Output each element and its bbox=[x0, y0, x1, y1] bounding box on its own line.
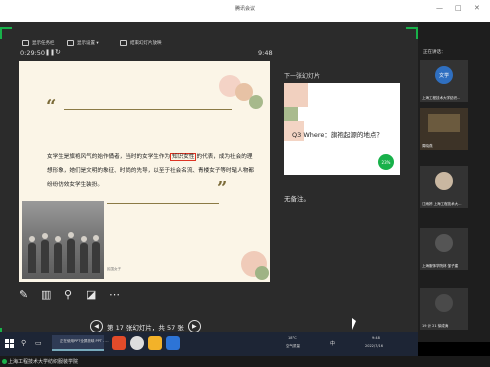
minimize-button[interactable]: — bbox=[436, 4, 443, 12]
historical-photo bbox=[22, 201, 104, 279]
figure-shape bbox=[93, 235, 99, 241]
avatar bbox=[435, 172, 453, 190]
participant-tile[interactable]: 19 计 21 徐成涛 bbox=[420, 288, 468, 330]
leaf-decoration bbox=[249, 95, 263, 109]
windows-start-icon[interactable] bbox=[5, 339, 14, 348]
slide-text-before: 女学生是旗袍风气的始作俑者，当时的女学生作为 bbox=[47, 154, 171, 160]
ime-indicator[interactable]: 中 bbox=[330, 340, 335, 347]
end-show-icon bbox=[120, 40, 127, 46]
taskbar: ⚲ ▭ 正在使用PPT全屏放映 PPT - ... 18°C 空气质量 中 9:… bbox=[0, 332, 418, 356]
figure-shape bbox=[54, 243, 62, 273]
meeting-app-icon[interactable] bbox=[166, 336, 180, 350]
divider bbox=[107, 203, 219, 204]
mouse-cursor bbox=[352, 318, 356, 330]
photo-caption: 民国女子 bbox=[107, 267, 121, 271]
taskbar-app-label: 正在使用PPT全屏放映 PPT - ... bbox=[60, 339, 109, 343]
share-frame-corner bbox=[0, 27, 12, 39]
participant-name: 上海工程技术大学纺织... bbox=[422, 96, 461, 100]
participant-tile[interactable]: 江雨婷 上海工程技术大... bbox=[420, 166, 468, 208]
office-app-icon[interactable] bbox=[112, 336, 126, 350]
progress-badge: 23% bbox=[378, 154, 394, 170]
next-slide-question: Q3 Where：旗袍起源的地点？ bbox=[292, 131, 383, 139]
participant-tile[interactable]: 文学 上海工程技术大学纺织... bbox=[420, 60, 468, 102]
figure-shape bbox=[67, 239, 75, 273]
display-settings-label: 显示设置 ▾ bbox=[77, 41, 99, 46]
zoom-icon[interactable]: ⚲ bbox=[64, 289, 72, 301]
figure-shape bbox=[28, 243, 36, 273]
flower-decoration bbox=[284, 83, 308, 107]
participant-name: 江雨婷 上海工程技术大... bbox=[422, 202, 462, 206]
sharing-indicator-icon bbox=[2, 359, 7, 364]
slides-grid-icon[interactable]: ▥ bbox=[41, 289, 51, 301]
figure-shape bbox=[68, 232, 74, 238]
participant-tile[interactable]: 上海服饰学院林 邹子建 bbox=[420, 228, 468, 270]
next-slide-preview[interactable]: Q3 Where：旗袍起源的地点？ 23% bbox=[284, 83, 400, 175]
task-view-icon[interactable]: ▭ bbox=[35, 339, 42, 347]
chrome-app-icon[interactable] bbox=[130, 336, 144, 350]
end-slideshow-label: 结束幻灯片放映 bbox=[130, 41, 162, 46]
screen-black-icon[interactable]: ◪ bbox=[86, 289, 96, 301]
window-title: 腾讯会议 bbox=[234, 6, 255, 12]
share-bar-label: 上海工程技术大学纺织服装学院 bbox=[8, 359, 79, 365]
speaking-label: 正在讲话： bbox=[423, 50, 446, 55]
figure-shape bbox=[41, 240, 49, 273]
leaf-decoration bbox=[284, 107, 298, 121]
close-button[interactable]: ✕ bbox=[474, 4, 480, 12]
figure-shape bbox=[81, 236, 87, 242]
slide-counter: 第 17 张幻灯片，共 57 张 bbox=[107, 323, 184, 332]
share-frame-corner bbox=[406, 27, 418, 39]
search-icon[interactable]: ⚲ bbox=[21, 339, 26, 347]
figure-shape bbox=[80, 243, 88, 273]
video-feed bbox=[428, 114, 460, 132]
show-taskbar-label: 显示任务栏 bbox=[32, 41, 55, 46]
reset-timer-icon[interactable]: ↻ bbox=[55, 48, 61, 56]
weather-sub: 空气质量 bbox=[286, 344, 300, 348]
open-quote-mark: “ bbox=[46, 96, 57, 117]
pen-icon[interactable]: ✎ bbox=[19, 289, 28, 301]
show-taskbar-button[interactable]: 显示任务栏 bbox=[22, 40, 55, 46]
avatar: 文学 bbox=[435, 66, 453, 84]
end-slideshow-button[interactable]: 结束幻灯片放映 bbox=[120, 40, 162, 46]
taskbar-time: 9:48 bbox=[372, 336, 380, 340]
close-quote-mark: ” bbox=[217, 178, 228, 199]
taskbar-ppt-app[interactable]: 正在使用PPT全屏放映 PPT - ... bbox=[52, 335, 109, 351]
figure-shape bbox=[55, 236, 61, 242]
taskbar-icon bbox=[22, 40, 29, 46]
display-settings-button[interactable]: 显示设置 ▾ bbox=[67, 40, 99, 46]
divider bbox=[64, 109, 232, 110]
current-time: 9:48 bbox=[258, 49, 273, 57]
highlighted-term: 知识女性 bbox=[170, 153, 197, 161]
participant-name: 19 计 21 徐成涛 bbox=[422, 324, 449, 328]
folder-app-icon[interactable] bbox=[148, 336, 162, 350]
figure-shape bbox=[92, 242, 100, 273]
figure-shape bbox=[29, 236, 35, 242]
screen-share-bar: 上海工程技术大学纺织服装学院 bbox=[0, 356, 490, 367]
maximize-button[interactable]: □ bbox=[455, 4, 462, 12]
participant-name: 上海服饰学院林 邹子建 bbox=[422, 264, 459, 268]
participant-name: 周晓燕 bbox=[422, 144, 433, 148]
more-options-icon[interactable]: ⋯ bbox=[109, 289, 120, 301]
figure-shape bbox=[42, 233, 48, 239]
taskbar-date: 2022/7/16 bbox=[365, 344, 383, 348]
title-bar: 腾讯会议 — □ ✕ bbox=[0, 0, 490, 22]
pause-button[interactable]: ❚❚ bbox=[45, 49, 55, 56]
speaker-notes: 无备注。 bbox=[284, 195, 310, 203]
next-slide-label: 下一张幻灯片 bbox=[284, 73, 321, 80]
settings-icon bbox=[67, 40, 74, 46]
participant-tile[interactable]: 周晓燕 bbox=[420, 108, 468, 150]
current-slide[interactable]: “ 女学生是旗袍风气的始作俑者，当时的女学生作为 知识女性 的代表，成为社会的理想形… bbox=[19, 61, 270, 282]
weather-temp[interactable]: 18°C bbox=[288, 336, 297, 340]
leaf-decoration bbox=[255, 266, 269, 280]
elapsed-timer: 0:29:50 bbox=[20, 49, 46, 57]
avatar bbox=[435, 294, 453, 312]
avatar bbox=[435, 234, 453, 252]
